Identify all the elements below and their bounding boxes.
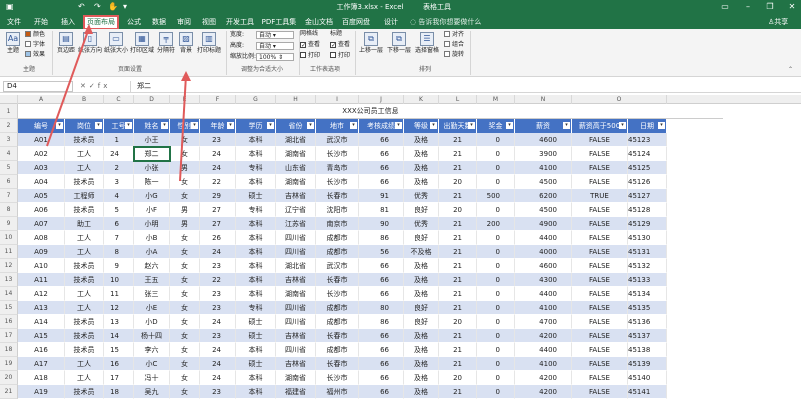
annotation-arrowhead: [181, 71, 191, 81]
annotation-arrow-line: [179, 74, 187, 182]
annotation-arrows: [46, 24, 191, 182]
annotation-arrowhead: [84, 24, 93, 34]
annotation-arrow-line: [46, 27, 90, 147]
